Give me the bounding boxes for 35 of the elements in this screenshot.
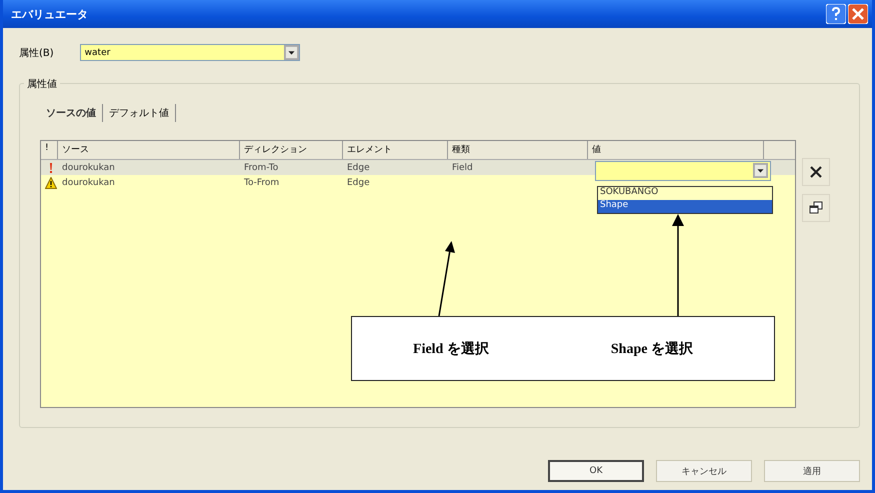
copy-button[interactable] xyxy=(802,194,830,222)
close-icon xyxy=(809,165,823,179)
close-icon[interactable] xyxy=(848,4,868,24)
cell-text: To-From xyxy=(244,178,280,188)
attribute-dropdown[interactable]: water xyxy=(80,44,300,61)
dropdown-arrow-icon[interactable] xyxy=(284,45,299,60)
dropdown-arrow-icon[interactable] xyxy=(753,163,768,178)
delete-button[interactable] xyxy=(802,158,830,186)
column-header[interactable]: ディレクション xyxy=(240,141,343,159)
ok-button[interactable]: OK xyxy=(548,460,644,482)
column-header[interactable]: ソース xyxy=(58,141,240,159)
callout-text: Shape を選択 xyxy=(610,340,693,358)
dialog-button[interactable]: キャンセル xyxy=(656,460,752,482)
dropdown-option[interactable]: SOKUBANGO xyxy=(598,187,772,200)
attribute-label: 属性(B) xyxy=(19,46,54,60)
callout-text: Field を選択 xyxy=(413,340,489,358)
cell-text: Edge xyxy=(347,162,370,172)
column-header[interactable]: ! xyxy=(41,141,58,159)
column-header[interactable]: 値 xyxy=(588,141,764,159)
window-title: エバリュエータ xyxy=(11,6,89,22)
column-header[interactable]: 種類 xyxy=(448,141,588,159)
tab[interactable]: デフォルト値 xyxy=(103,104,176,122)
cell-text: From-To xyxy=(244,162,278,172)
warning-icon xyxy=(45,176,57,188)
source-text: dourokukan xyxy=(62,162,115,172)
windows-icon xyxy=(809,201,823,215)
cell-text: Edge xyxy=(347,178,370,188)
tab[interactable]: ソースの値 xyxy=(40,104,103,122)
help-icon[interactable] xyxy=(826,4,846,24)
group-title: 属性値 xyxy=(24,77,60,91)
cell-text: Field xyxy=(452,162,473,172)
dropdown-option[interactable]: Shape xyxy=(598,200,772,213)
dialog-button[interactable]: 適用 xyxy=(764,460,860,482)
source-text: dourokukan xyxy=(62,178,115,188)
column-header[interactable]: エレメント xyxy=(343,141,448,159)
